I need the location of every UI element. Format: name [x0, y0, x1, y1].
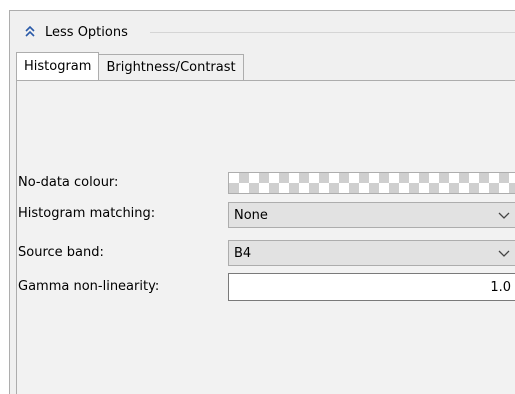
tab-content-panel [16, 80, 515, 394]
tab-histogram-label: Histogram [24, 59, 92, 74]
source-band-value: B4 [234, 245, 252, 261]
source-band-label: Source band: [18, 245, 104, 260]
histogram-matching-value: None [234, 207, 268, 223]
tab-brightness-contrast-label: Brightness/Contrast [106, 60, 236, 75]
histogram-matching-label: Histogram matching: [18, 206, 156, 221]
tab-bar: Histogram Brightness/Contrast [16, 52, 244, 80]
chevron-down-icon [498, 250, 510, 257]
less-options-label: Less Options [45, 24, 128, 40]
group-separator-line [150, 32, 515, 33]
chevron-down-icon [498, 212, 510, 219]
gamma-label: Gamma non-linearity: [18, 279, 160, 294]
nodata-colour-picker[interactable] [228, 172, 515, 194]
nodata-colour-label: No-data colour: [18, 175, 119, 190]
less-options-toggle[interactable]: Less Options [24, 22, 128, 42]
tab-histogram[interactable]: Histogram [16, 52, 100, 80]
histogram-matching-select[interactable]: None [228, 202, 515, 228]
gamma-input[interactable] [228, 273, 515, 301]
tab-brightness-contrast[interactable]: Brightness/Contrast [99, 54, 244, 80]
source-band-select[interactable]: B4 [228, 240, 515, 266]
chevron-double-up-icon [25, 25, 35, 37]
